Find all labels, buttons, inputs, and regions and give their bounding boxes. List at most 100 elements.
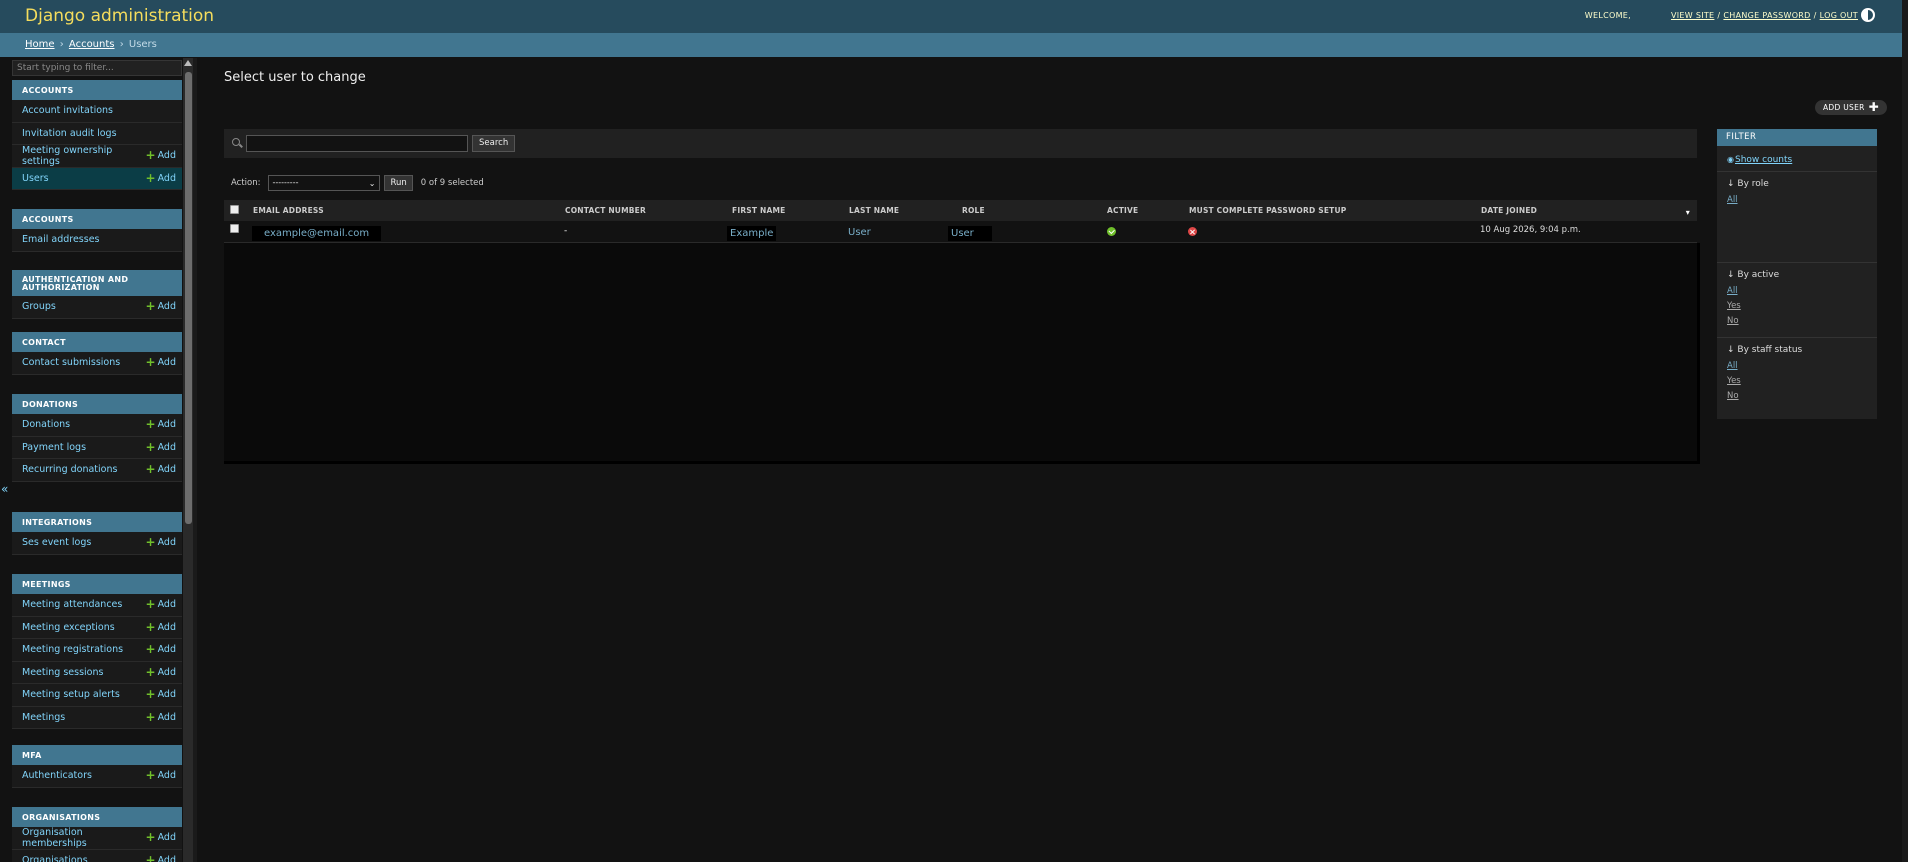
search-button[interactable]: Search: [472, 135, 516, 152]
sidebar-item-link[interactable]: Account invitations: [22, 105, 113, 116]
sidebar-item-link[interactable]: Organisation memberships: [22, 827, 146, 849]
change-password-link[interactable]: CHANGE PASSWORD: [1723, 11, 1810, 20]
add-button[interactable]: + Add: [146, 418, 176, 430]
filter-option-no[interactable]: No: [1727, 391, 1739, 401]
add-button[interactable]: + Add: [146, 356, 176, 368]
filter-option-yes[interactable]: Yes: [1727, 301, 1741, 311]
sidebar-item-link[interactable]: Meeting registrations: [22, 644, 123, 655]
filter-option-all[interactable]: All: [1727, 361, 1738, 371]
sidebar-item-link[interactable]: Users: [22, 173, 49, 184]
sidebar-item-link[interactable]: Email addresses: [22, 234, 100, 245]
nav-filter-input[interactable]: Start typing to filter...: [12, 60, 182, 76]
sort-descending-icon[interactable]: ▾: [1686, 208, 1690, 217]
module-caption[interactable]: Authentication and Authorization: [12, 270, 182, 296]
add-button[interactable]: + Add: [146, 643, 176, 655]
scrollbar-thumb[interactable]: [185, 72, 192, 524]
breadcrumb-separator: ›: [59, 39, 64, 50]
check-icon: [1107, 227, 1116, 236]
sidebar-item-link[interactable]: Meeting attendances: [22, 599, 122, 610]
sidebar-item: Meetings + Add: [12, 706, 182, 729]
add-button[interactable]: + Add: [146, 621, 176, 633]
add-button[interactable]: + Add: [146, 172, 176, 184]
filter-option-all[interactable]: All: [1727, 195, 1738, 205]
add-button[interactable]: + Add: [146, 598, 176, 610]
add-button[interactable]: + Add: [146, 149, 176, 161]
view-site-link[interactable]: VIEW SITE: [1671, 11, 1714, 20]
user-email-link[interactable]: example@email.com: [264, 228, 369, 239]
page-scrollbar[interactable]: [1902, 0, 1908, 862]
sidebar-item-link[interactable]: Organisations: [22, 855, 88, 862]
breadcrumb-home[interactable]: Home: [25, 39, 55, 50]
filter-option[interactable]: All: [1727, 361, 1802, 371]
site-branding[interactable]: Django administration: [25, 6, 214, 26]
add-button[interactable]: + Add: [146, 463, 176, 475]
column-contact-number[interactable]: Contact number: [565, 206, 646, 215]
filter-option[interactable]: No: [1727, 391, 1802, 401]
add-button[interactable]: + Add: [146, 666, 176, 678]
sidebar-item-link[interactable]: Meetings: [22, 712, 65, 723]
add-button[interactable]: + Add: [146, 441, 176, 453]
column-must-complete-password-setup[interactable]: Must complete password setup: [1189, 206, 1346, 215]
filter-heading-active[interactable]: ↓ By active: [1727, 270, 1779, 280]
add-button[interactable]: + Add: [146, 536, 176, 548]
sidebar-item-link[interactable]: Groups: [22, 301, 56, 312]
column-email-address[interactable]: Email address: [253, 206, 324, 215]
filter-option-no[interactable]: No: [1727, 316, 1739, 326]
toggle-nav-sidebar-icon[interactable]: «: [1, 482, 8, 496]
action-select[interactable]: --------- ⌄: [268, 175, 381, 191]
add-label: Add: [157, 770, 176, 782]
filter-option-all[interactable]: All: [1727, 286, 1738, 296]
module-caption[interactable]: Accounts: [12, 80, 182, 100]
filter-option[interactable]: All: [1727, 286, 1779, 296]
module-caption[interactable]: Accounts: [12, 209, 182, 229]
sidebar-scrollbar[interactable]: [183, 58, 193, 862]
add-user-button[interactable]: ADD USER ✚: [1815, 100, 1888, 115]
module-caption[interactable]: Meetings: [12, 574, 182, 594]
run-button[interactable]: Run: [384, 175, 413, 191]
search-input[interactable]: [246, 135, 468, 152]
log-out-link[interactable]: LOG OUT: [1820, 11, 1858, 20]
module-caption[interactable]: Organisations: [12, 807, 182, 827]
filter-option-yes[interactable]: Yes: [1727, 376, 1741, 386]
sidebar-item-link[interactable]: Donations: [22, 419, 70, 430]
sidebar-item: Contact submissions + Add: [12, 352, 182, 375]
sidebar-item-link[interactable]: Ses event logs: [22, 537, 91, 548]
column-role[interactable]: Role: [962, 206, 985, 215]
sidebar-item-link[interactable]: Recurring donations: [22, 464, 117, 475]
filter-option[interactable]: Yes: [1727, 301, 1779, 311]
sidebar-item-link[interactable]: Contact submissions: [22, 357, 120, 368]
column-last-name[interactable]: Last name: [849, 206, 899, 215]
show-counts-link[interactable]: Show counts: [1735, 155, 1792, 165]
filter-option[interactable]: No: [1727, 316, 1779, 326]
column-date-joined[interactable]: Date joined: [1481, 206, 1537, 215]
sidebar-item-link[interactable]: Meeting sessions: [22, 667, 103, 678]
sidebar-item-link[interactable]: Meeting ownership settings: [22, 145, 146, 167]
add-button[interactable]: + Add: [146, 854, 176, 862]
select-all-checkbox[interactable]: [230, 205, 239, 214]
show-counts[interactable]: ◉Show counts: [1727, 155, 1792, 165]
filter-option[interactable]: All: [1727, 195, 1769, 205]
module-caption[interactable]: MFA: [12, 745, 182, 765]
column-first-name[interactable]: First name: [732, 206, 786, 215]
add-button[interactable]: + Add: [146, 688, 176, 700]
add-button[interactable]: + Add: [146, 300, 176, 312]
add-button[interactable]: + Add: [146, 831, 176, 843]
module-caption[interactable]: Contact: [12, 332, 182, 352]
scroll-up-icon[interactable]: [184, 60, 192, 66]
filter-option[interactable]: Yes: [1727, 376, 1802, 386]
row-checkbox[interactable]: [230, 224, 239, 233]
filter-heading-role[interactable]: ↓ By role: [1727, 179, 1769, 189]
sidebar-item-link[interactable]: Payment logs: [22, 442, 86, 453]
breadcrumb-accounts[interactable]: Accounts: [69, 39, 115, 50]
theme-toggle-icon[interactable]: [1861, 8, 1875, 22]
add-button[interactable]: + Add: [146, 711, 176, 723]
sidebar-item-link[interactable]: Invitation audit logs: [22, 128, 117, 139]
sidebar-item-link[interactable]: Meeting setup alerts: [22, 689, 120, 700]
sidebar-item-link[interactable]: Meeting exceptions: [22, 622, 115, 633]
sidebar-item-link[interactable]: Authenticators: [22, 770, 92, 781]
add-button[interactable]: + Add: [146, 769, 176, 782]
column-active[interactable]: Active: [1107, 206, 1138, 215]
module-caption[interactable]: Integrations: [12, 512, 182, 532]
module-caption[interactable]: Donations: [12, 394, 182, 414]
filter-heading-staff-status[interactable]: ↓ By staff status: [1727, 345, 1802, 355]
